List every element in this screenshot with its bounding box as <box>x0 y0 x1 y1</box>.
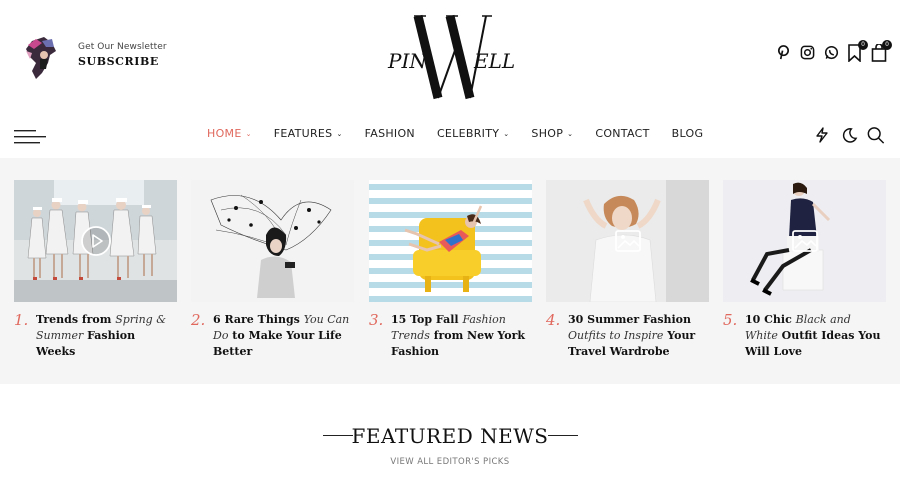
nav-item-contact[interactable]: CONTACT <box>584 127 660 140</box>
post-number: 4. <box>546 311 561 329</box>
nav-item-label: CELEBRITY <box>436 127 500 140</box>
bookmark-count-badge: 0 <box>858 39 868 50</box>
post-caption-5: 5. 10 Chic Black and White Outfit Ideas … <box>723 312 886 360</box>
nav-item-blog[interactable]: BLOG <box>661 127 715 140</box>
trending-card-5[interactable]: 5. 10 Chic Black and White Outfit Ideas … <box>723 180 886 360</box>
main-navigation: HOME ⌄ FEATURES ⌄ FASHION CELEBRITY ⌄ SHOP ⌄ CONT… <box>0 118 900 158</box>
gallery-icon[interactable] <box>790 226 820 256</box>
post-caption-1: 1. Trends from Spring & Summer Fashion W… <box>14 312 177 360</box>
post-number: 1. <box>14 311 29 329</box>
dark-mode-moon-icon[interactable] <box>840 126 858 144</box>
post-number: 3. <box>369 311 384 329</box>
site-header: Get Our Newsletter SUBSCRIBE PIN ELL 0 0 <box>0 0 900 118</box>
post-caption-4: 4. 30 Summer Fashion Outfits to Inspire … <box>546 312 709 360</box>
nav-item-celebrity[interactable]: CELEBRITY ⌄ <box>426 127 520 140</box>
nav-item-label: HOME <box>207 127 242 140</box>
nav-right-icons <box>813 126 885 144</box>
post-title-part: 10 Chic <box>745 313 796 326</box>
post-title-part: 15 Top Fall <box>391 313 463 326</box>
newsletter-thumbnail[interactable] <box>22 33 60 83</box>
trending-card-1[interactable]: 1. Trends from Spring & Summer Fashion W… <box>14 180 177 360</box>
cart-button[interactable]: 0 <box>871 39 892 62</box>
post-title-part: 6 Rare Things <box>213 313 304 326</box>
instagram-icon[interactable] <box>799 44 816 61</box>
nav-item-label: CONTACT <box>595 127 650 140</box>
view-all-editors-picks-link[interactable]: VIEW ALL EDITOR'S PICKS <box>0 457 900 467</box>
search-icon[interactable] <box>867 126 885 144</box>
newsletter-block[interactable]: Get Our Newsletter SUBSCRIBE <box>78 42 167 68</box>
nav-item-home[interactable]: HOME ⌄ <box>196 127 263 140</box>
nav-item-shop[interactable]: SHOP ⌄ <box>520 127 584 140</box>
nav-menu: HOME ⌄ FEATURES ⌄ FASHION CELEBRITY ⌄ SHOP ⌄ CONT… <box>196 127 714 140</box>
video-play-icon[interactable] <box>80 226 111 256</box>
whatsapp-icon[interactable] <box>823 44 840 61</box>
post-caption-3: 3. 15 Top Fall Fashion Trends from New Y… <box>369 312 532 360</box>
logo-text-left: PIN <box>387 49 428 73</box>
chevron-down-icon: ⌄ <box>503 129 510 138</box>
nav-item-label: BLOG <box>671 127 704 140</box>
trending-card-2[interactable]: 2. 6 Rare Things You Can Do to Make Your… <box>191 180 354 360</box>
post-title[interactable]: 30 Summer Fashion Outfits to Inspire You… <box>568 312 709 360</box>
nav-item-label: FASHION <box>364 127 415 140</box>
hamburger-menu-icon[interactable] <box>14 129 46 144</box>
post-number: 5. <box>723 311 738 329</box>
post-title[interactable]: 15 Top Fall Fashion Trends from New York… <box>391 312 532 360</box>
site-logo[interactable]: PIN ELL <box>386 12 516 100</box>
featured-news-section: FEATURED NEWS VIEW ALL EDITOR'S PICKS <box>0 384 900 479</box>
pinterest-icon[interactable] <box>775 44 792 61</box>
chevron-down-icon: ⌄ <box>336 129 343 138</box>
featured-news-title: FEATURED NEWS <box>351 424 549 448</box>
gallery-icon[interactable] <box>613 226 643 256</box>
post-thumbnail-1[interactable] <box>14 180 177 302</box>
post-title[interactable]: Trends from Spring & Summer Fashion Week… <box>36 312 177 360</box>
nav-item-fashion[interactable]: FASHION <box>354 127 426 140</box>
subscribe-link[interactable]: SUBSCRIBE <box>78 55 167 68</box>
post-title-part: to Make Your Life Better <box>213 329 342 358</box>
post-title-part: Trends from <box>36 313 116 326</box>
newsletter-kicker: Get Our Newsletter <box>78 42 167 52</box>
lightning-icon[interactable] <box>813 126 831 144</box>
trending-card-3[interactable]: 3. 15 Top Fall Fashion Trends from New Y… <box>369 180 532 360</box>
shopping-bag-icon: 0 <box>871 39 892 62</box>
nav-item-features[interactable]: FEATURES ⌄ <box>263 127 354 140</box>
nav-item-label: SHOP <box>531 127 564 140</box>
post-title-part: 30 Summer Fashion <box>568 313 692 326</box>
heading-divider-right <box>548 435 578 436</box>
chevron-down-icon: ⌄ <box>245 129 252 138</box>
post-number: 2. <box>191 311 206 329</box>
trending-card-4[interactable]: 4. 30 Summer Fashion Outfits to Inspire … <box>546 180 709 360</box>
trending-posts-strip: 1. Trends from Spring & Summer Fashion W… <box>0 158 900 384</box>
post-thumbnail-3[interactable] <box>369 180 532 302</box>
post-title-italic: Outfits to Inspire <box>568 329 664 342</box>
nav-item-label: FEATURES <box>273 127 333 140</box>
cart-count-badge: 0 <box>882 39 892 50</box>
post-thumbnail-4[interactable] <box>546 180 709 302</box>
post-title[interactable]: 6 Rare Things You Can Do to Make Your Li… <box>213 312 354 360</box>
chevron-down-icon: ⌄ <box>567 129 574 138</box>
post-thumbnail-2[interactable] <box>191 180 354 302</box>
post-title[interactable]: 10 Chic Black and White Outfit Ideas You… <box>745 312 886 360</box>
header-social-icons: 0 0 <box>775 39 892 63</box>
post-thumbnail-5[interactable] <box>723 180 886 302</box>
post-caption-2: 2. 6 Rare Things You Can Do to Make Your… <box>191 312 354 360</box>
logo-text-right: ELL <box>473 49 515 73</box>
bookmark-button[interactable]: 0 <box>847 39 868 63</box>
bookmark-icon: 0 <box>847 39 868 63</box>
